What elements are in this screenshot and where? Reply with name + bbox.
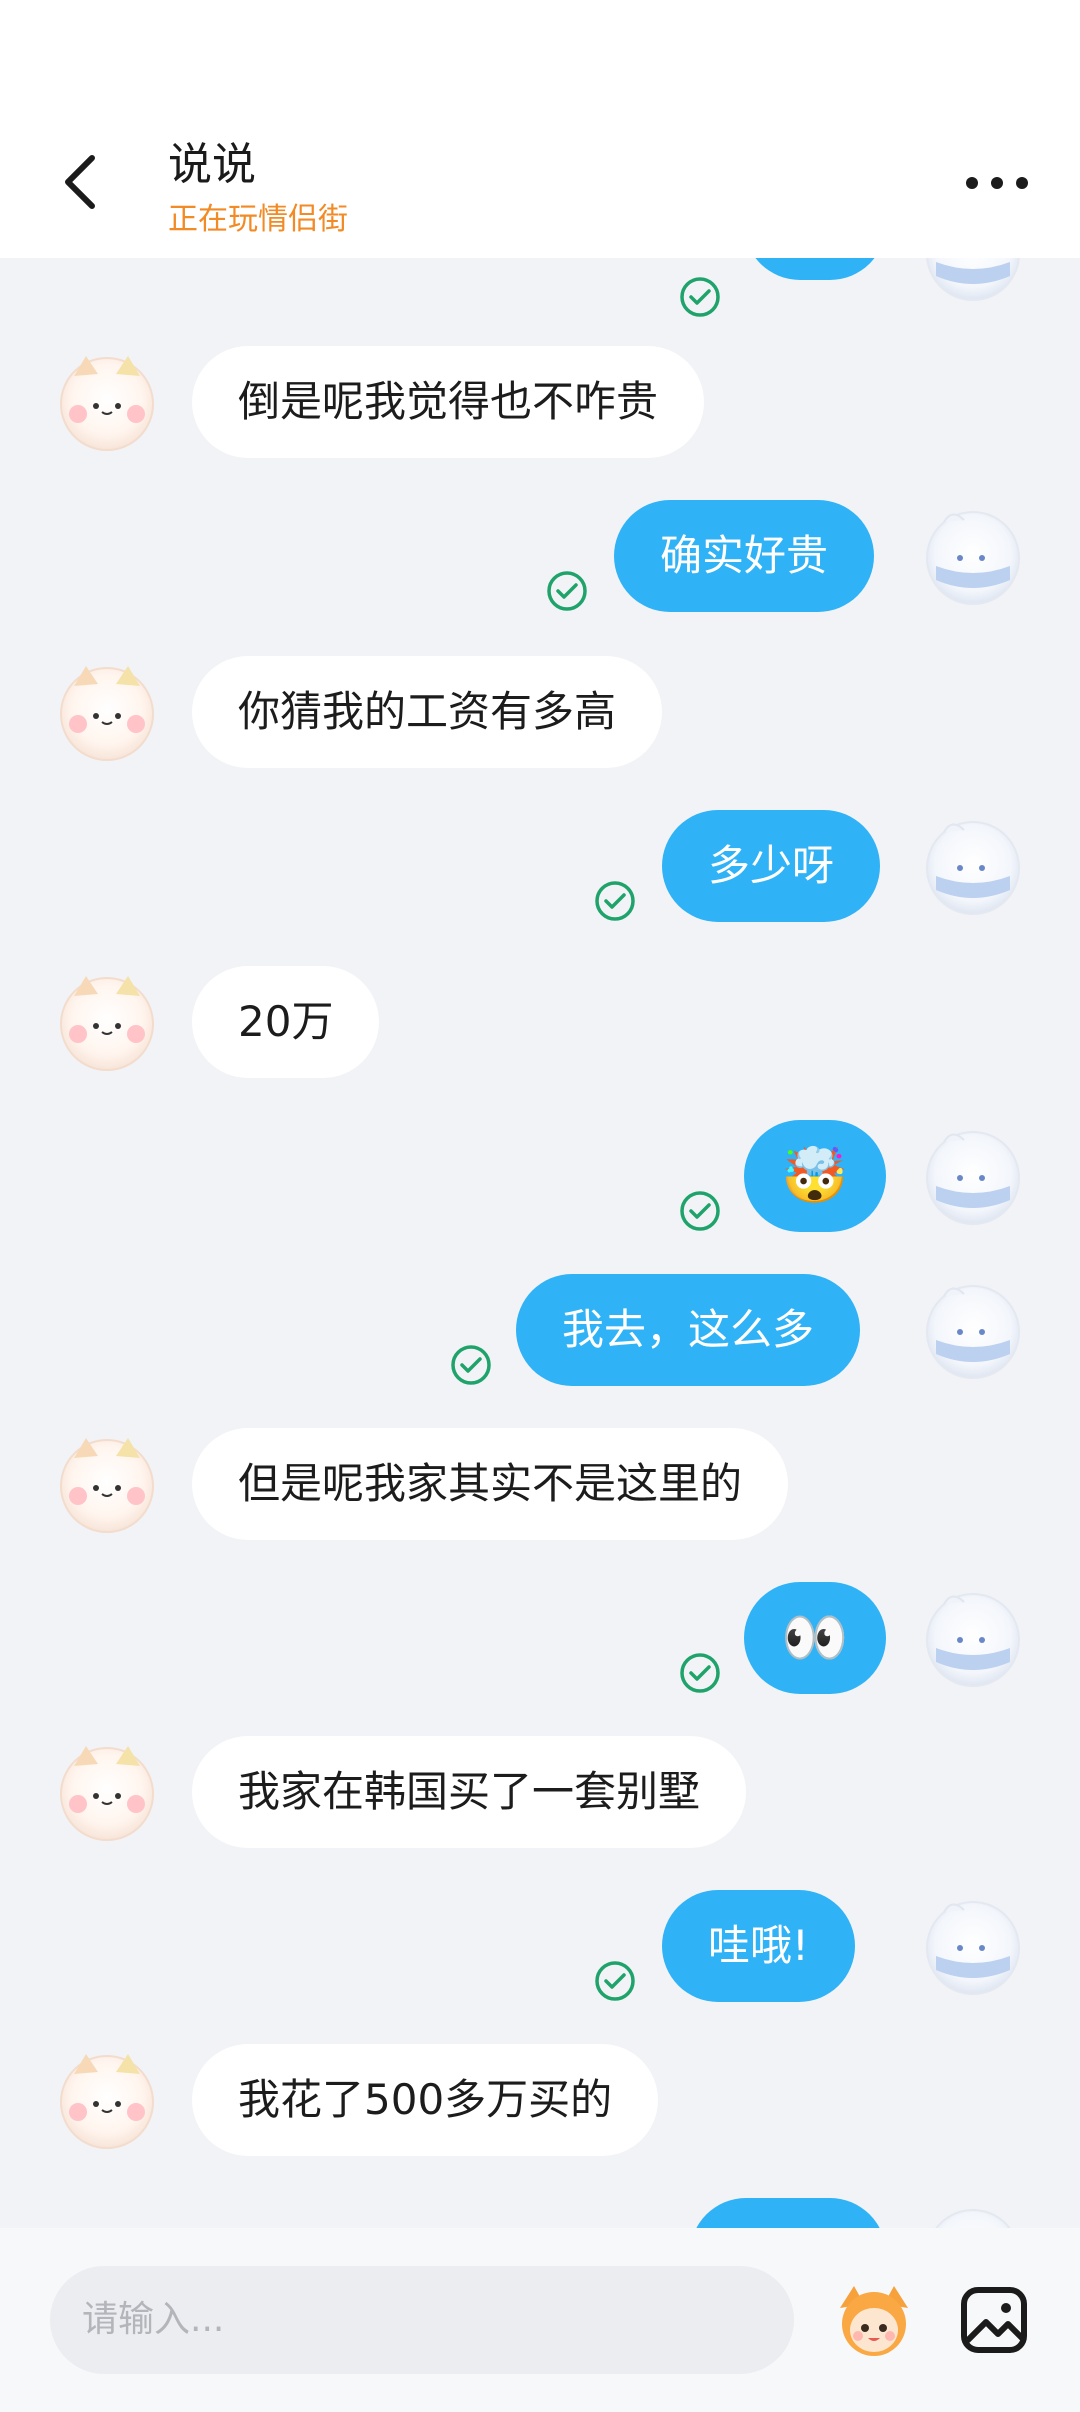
my-avatar[interactable] [918, 2198, 1028, 2228]
message-bubble-outgoing[interactable]: 多少呀 [662, 810, 881, 922]
read-check-icon [595, 881, 635, 921]
message-input-wrapper[interactable] [50, 2266, 794, 2374]
message-row: 确实好贵 [0, 500, 1080, 650]
message-bubble-outgoing[interactable] [744, 258, 886, 280]
composer-bar [0, 2228, 1080, 2412]
message-bubble-incoming[interactable]: 但是呢我家其实不是这里的 [192, 1428, 789, 1540]
friend-avatar[interactable] [52, 656, 162, 766]
message-row: 👀 [0, 1582, 1080, 1732]
message-row: 我花了500多万买的 [0, 2044, 1080, 2156]
chat-status: 正在玩情侣街 [168, 202, 348, 237]
message-bubble-outgoing[interactable]: 确实好贵 [614, 500, 875, 612]
friend-avatar[interactable] [52, 346, 162, 456]
my-avatar[interactable] [918, 258, 1028, 306]
message-bubble-outgoing[interactable]: 👀 [744, 1582, 886, 1694]
message-bubble-incoming[interactable]: 你猜我的工资有多高 [192, 656, 663, 768]
back-arrow-icon[interactable] [52, 152, 112, 212]
message-bubble-incoming[interactable]: 我花了500多万买的 [192, 2044, 659, 2156]
image-gallery-icon[interactable] [958, 2284, 1030, 2356]
friend-avatar[interactable] [52, 1428, 162, 1538]
read-check-icon [680, 1653, 720, 1693]
message-bubble-outgoing[interactable]: 哇哦! [662, 1890, 855, 2002]
message-row: 我家在韩国买了一套别墅 [0, 1736, 1080, 1848]
message-input[interactable] [80, 2298, 764, 2341]
message-row: 你猜我的工资有多高 [0, 656, 1080, 768]
mascot-avatar-icon[interactable] [832, 2278, 916, 2362]
message-row [0, 2198, 1080, 2228]
message-row: 🤯 [0, 1120, 1080, 1270]
message-bubble-incoming[interactable]: 20万 [192, 966, 380, 1078]
more-dots-icon[interactable] [962, 168, 1032, 198]
message-row: 多少呀 [0, 810, 1080, 960]
friend-avatar[interactable] [52, 1736, 162, 1846]
chat-title: 说说 [168, 139, 256, 190]
message-row [0, 258, 1080, 318]
friend-avatar[interactable] [52, 966, 162, 1076]
my-avatar[interactable] [918, 810, 1028, 920]
my-avatar[interactable] [918, 1890, 1028, 2000]
message-bubble-outgoing[interactable] [690, 2198, 886, 2228]
message-bubble-outgoing[interactable]: 我去，这么多 [516, 1274, 861, 1386]
message-row: 我去，这么多 [0, 1274, 1080, 1424]
message-list[interactable]: 倒是呢我觉得也不咋贵 确实好贵 你猜我的工资有多高 多少呀 20万 🤯 我去，这… [0, 258, 1080, 2228]
my-avatar[interactable] [918, 500, 1028, 610]
read-check-icon [547, 571, 587, 611]
read-check-icon [451, 1345, 491, 1385]
message-row: 但是呢我家其实不是这里的 [0, 1428, 1080, 1540]
read-check-icon [680, 277, 720, 317]
read-check-icon [595, 1961, 635, 2001]
my-avatar[interactable] [918, 1582, 1028, 1692]
message-bubble-incoming[interactable]: 倒是呢我觉得也不咋贵 [192, 346, 705, 458]
message-bubble-outgoing[interactable]: 🤯 [744, 1120, 886, 1232]
my-avatar[interactable] [918, 1274, 1028, 1384]
chat-header: 说说 正在玩情侣街 [0, 0, 1080, 258]
my-avatar[interactable] [918, 1120, 1028, 1230]
message-row: 20万 [0, 966, 1080, 1078]
message-row: 哇哦! [0, 1890, 1080, 2040]
read-check-icon [680, 1191, 720, 1231]
message-row: 倒是呢我觉得也不咋贵 [0, 346, 1080, 458]
friend-avatar[interactable] [52, 2044, 162, 2154]
message-bubble-incoming[interactable]: 我家在韩国买了一套别墅 [192, 1736, 747, 1848]
